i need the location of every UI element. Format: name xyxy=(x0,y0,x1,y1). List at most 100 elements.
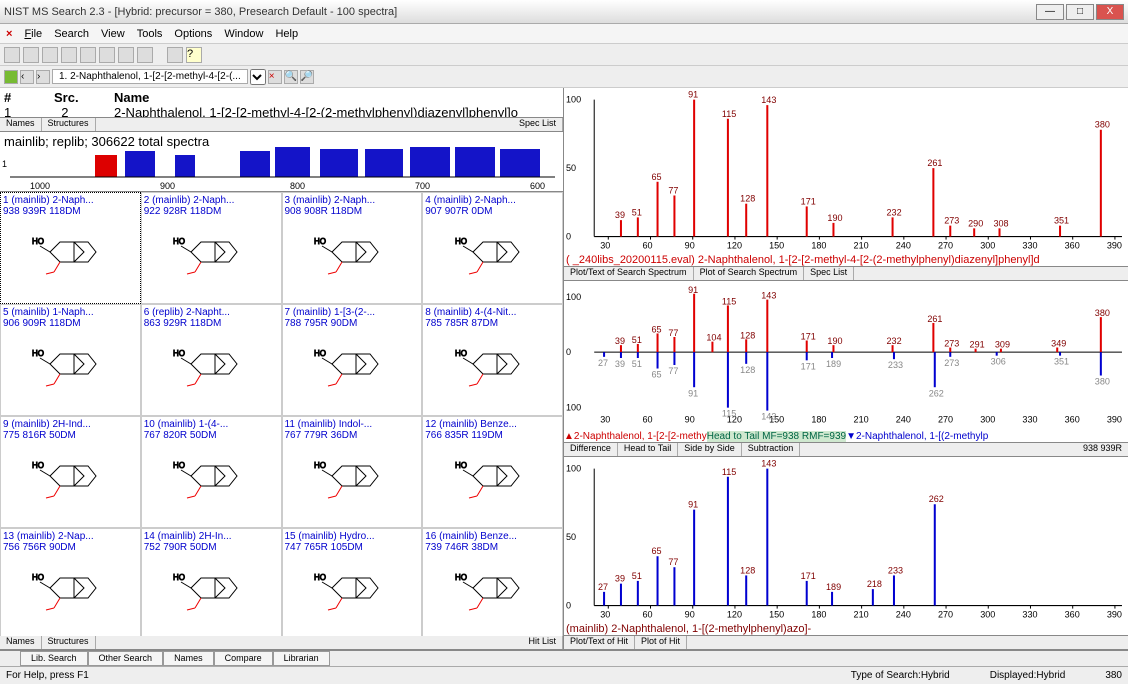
tab-subtraction[interactable]: Subtraction xyxy=(742,443,801,456)
menu-file[interactable]: FFileile xyxy=(24,28,42,40)
tab-delete-icon[interactable]: × xyxy=(268,70,282,84)
structure-cell[interactable]: 10 (mainlib) 1-(4-... 767 820R 50DM HO xyxy=(141,416,282,528)
struct-score: 739 746R 38DM xyxy=(425,542,560,553)
tab-structures-2[interactable]: Structures xyxy=(42,636,96,649)
tab-names[interactable]: Names xyxy=(0,118,42,131)
toolbar-btn-1[interactable] xyxy=(4,47,20,63)
struct-title: 5 (mainlib) 1-Naph... xyxy=(3,307,138,318)
svg-text:HO: HO xyxy=(314,237,326,246)
toolbar-btn-9[interactable] xyxy=(167,47,183,63)
svg-text:91: 91 xyxy=(688,90,698,100)
hitlist-grid[interactable]: # Src. Name 1 _2 2-Naphthalenol, 1-[2-[2… xyxy=(0,88,563,118)
structures-grid[interactable]: 1 (mainlib) 2-Naph... 938 939R 118DM HO … xyxy=(0,192,563,636)
tab-names-2[interactable]: Names xyxy=(0,636,42,649)
structure-cell[interactable]: 11 (mainlib) Indol-... 767 779R 36DM HO xyxy=(282,416,423,528)
tab-zoom-out-icon[interactable]: 🔎 xyxy=(300,70,314,84)
mdi-close-icon[interactable]: × xyxy=(6,28,12,40)
tab-plot-search[interactable]: Plot of Search Spectrum xyxy=(694,267,805,280)
tab-sidebyside[interactable]: Side by Side xyxy=(678,443,742,456)
structure-cell[interactable]: 2 (mainlib) 2-Naph... 922 928R 118DM HO xyxy=(141,192,282,304)
score-histogram[interactable]: mainlib; replib; 306622 total spectra 1 … xyxy=(0,132,563,192)
svg-text:261: 261 xyxy=(927,314,942,324)
tab-structures[interactable]: Structures xyxy=(42,118,96,131)
struct-score: 788 795R 90DM xyxy=(285,318,420,329)
structure-cell[interactable]: 12 (mainlib) Benze... 766 835R 119DM HO xyxy=(422,416,563,528)
struct-score: 767 820R 50DM xyxy=(144,430,279,441)
menu-window[interactable]: Window xyxy=(224,28,263,40)
struct-title: 4 (mainlib) 2-Naph... xyxy=(425,195,560,206)
tab-headtotail[interactable]: Head to Tail xyxy=(618,443,678,456)
toolbar-btn-7[interactable] xyxy=(118,47,134,63)
tab-plottext-search[interactable]: Plot/Text of Search Spectrum xyxy=(564,267,694,280)
tab-libsearch[interactable]: Lib. Search xyxy=(20,651,88,666)
svg-text:900: 900 xyxy=(160,181,175,191)
menu-search[interactable]: Search xyxy=(54,28,89,40)
toolbar-btn-2[interactable] xyxy=(23,47,39,63)
struct-score: 906 909R 118DM xyxy=(3,318,138,329)
svg-text:351: 351 xyxy=(1054,357,1069,367)
maximize-button[interactable]: □ xyxy=(1066,4,1094,20)
structure-cell[interactable]: 5 (mainlib) 1-Naph... 906 909R 118DM HO xyxy=(0,304,141,416)
cell-name: 2-Naphthalenol, 1-[2-[2-methyl-4-[2-(2-m… xyxy=(114,105,518,118)
hit-spectrum-panel[interactable]: 0501003060901201501802102402703003303603… xyxy=(564,457,1128,636)
svg-text:233: 233 xyxy=(888,361,903,371)
tab-othersearch[interactable]: Other Search xyxy=(88,651,164,666)
tab-speclist[interactable]: Spec List xyxy=(513,118,563,131)
svg-text:150: 150 xyxy=(769,609,784,619)
menu-help[interactable]: Help xyxy=(275,28,298,40)
struct-thumbnail: HO xyxy=(425,441,560,511)
toolbar-btn-6[interactable] xyxy=(99,47,115,63)
tab-prev-icon[interactable]: ‹ xyxy=(20,70,34,84)
tab-plot-hit[interactable]: Plot of Hit xyxy=(635,636,687,649)
structure-cell[interactable]: 4 (mainlib) 2-Naph... 907 907R 0DM HO xyxy=(422,192,563,304)
toolbar-btn-8[interactable] xyxy=(137,47,153,63)
svg-text:60: 60 xyxy=(642,609,652,619)
tab-dropdown[interactable] xyxy=(250,69,266,85)
tab-speclist-search[interactable]: Spec List xyxy=(804,267,854,280)
svg-text:291: 291 xyxy=(970,340,985,350)
svg-text:360: 360 xyxy=(1065,241,1080,251)
tab-names-view[interactable]: Names xyxy=(163,651,214,666)
comparison-panel[interactable]: 1000100306090120150180210240270300330360… xyxy=(564,281,1128,442)
menu-view[interactable]: View xyxy=(101,28,125,40)
active-spectrum-tab[interactable]: 1. 2-Naphthalenol, 1-[2-[2-methyl-4-[2-(… xyxy=(52,69,248,84)
statusbar: For Help, press F1 Type of Search:Hybrid… xyxy=(0,666,1128,684)
structure-cell[interactable]: 9 (mainlib) 2H-Ind... 775 816R 50DM HO xyxy=(0,416,141,528)
tab-next-icon[interactable]: › xyxy=(36,70,50,84)
tab-go-icon[interactable] xyxy=(4,70,18,84)
svg-text:330: 330 xyxy=(1022,415,1037,425)
structure-cell[interactable]: 1 (mainlib) 2-Naph... 938 939R 118DM HO xyxy=(0,192,141,304)
tab-difference[interactable]: Difference xyxy=(564,443,618,456)
structure-cell[interactable]: 6 (replib) 2-Napht... 863 929R 118DM HO xyxy=(141,304,282,416)
tab-compare[interactable]: Compare xyxy=(214,651,273,666)
menu-options[interactable]: Options xyxy=(174,28,212,40)
toolbar-btn-5[interactable] xyxy=(80,47,96,63)
menu-tools[interactable]: Tools xyxy=(137,28,163,40)
svg-text:171: 171 xyxy=(801,571,816,581)
structure-cell[interactable]: 13 (mainlib) 2-Nap... 756 756R 90DM HO xyxy=(0,528,141,636)
tab-zoom-in-icon[interactable]: 🔍 xyxy=(284,70,298,84)
svg-text:270: 270 xyxy=(938,415,953,425)
search-spectrum-panel[interactable]: 0501003060901201501802102402703003303603… xyxy=(564,88,1128,267)
toolbar-help-icon[interactable]: ? xyxy=(186,47,202,63)
tab-hitlist[interactable]: Hit List xyxy=(522,636,563,649)
tab-librarian[interactable]: Librarian xyxy=(273,651,330,666)
svg-text:30: 30 xyxy=(600,415,610,425)
toolbar-btn-4[interactable] xyxy=(61,47,77,63)
structure-cell[interactable]: 3 (mainlib) 2-Naph... 908 908R 118DM HO xyxy=(282,192,423,304)
structure-cell[interactable]: 8 (mainlib) 4-(4-Nit... 785 785R 87DM HO xyxy=(422,304,563,416)
structure-cell[interactable]: 16 (mainlib) Benze... 739 746R 38DM HO xyxy=(422,528,563,636)
struct-title: 3 (mainlib) 2-Naph... xyxy=(285,195,420,206)
close-button[interactable]: X xyxy=(1096,4,1124,20)
svg-text:232: 232 xyxy=(887,207,902,217)
struct-title: 10 (mainlib) 1-(4-... xyxy=(144,419,279,430)
minimize-button[interactable]: — xyxy=(1036,4,1064,20)
structure-cell[interactable]: 7 (mainlib) 1-[3-(2-... 788 795R 90DM HO xyxy=(282,304,423,416)
structure-cell[interactable]: 15 (mainlib) Hydro... 747 765R 105DM HO xyxy=(282,528,423,636)
toolbar-btn-3[interactable] xyxy=(42,47,58,63)
tab-plottext-hit[interactable]: Plot/Text of Hit xyxy=(564,636,635,649)
spectrum-tabbar: ‹ › 1. 2-Naphthalenol, 1-[2-[2-methyl-4-… xyxy=(0,66,1128,88)
svg-text:77: 77 xyxy=(668,557,678,567)
search-spectrum-tabs: Plot/Text of Search Spectrum Plot of Sea… xyxy=(564,267,1128,281)
structure-cell[interactable]: 14 (mainlib) 2H-In... 752 790R 50DM HO xyxy=(141,528,282,636)
